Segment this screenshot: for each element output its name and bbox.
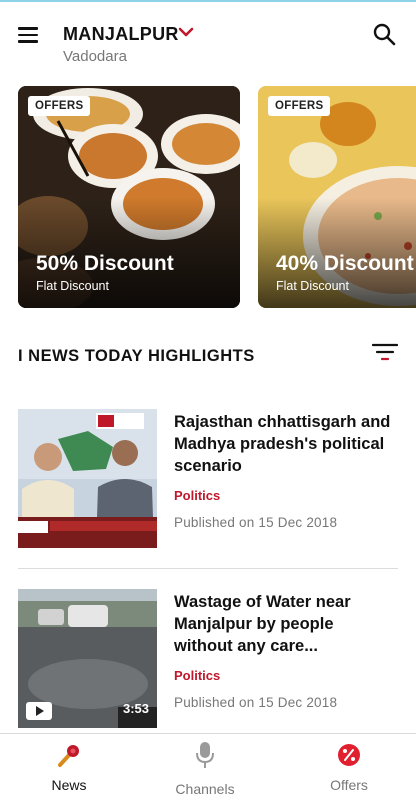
news-thumbnail[interactable] [18,409,157,548]
offer-subtitle: Flat Discount [276,279,349,293]
news-date: Published on 15 Dec 2018 [174,695,338,710]
section-title: I NEWS TODAY HIGHLIGHTS [18,347,255,365]
offer-subtitle: Flat Discount [36,279,109,293]
offer-badge: OFFERS [268,96,331,116]
search-icon[interactable] [372,22,396,46]
list-divider [18,568,398,569]
play-icon[interactable] [26,702,52,720]
offer-title: 40% Discount [276,252,414,275]
offer-title: 50% Discount [36,252,174,275]
offers-carousel[interactable]: OFFERS 50% Discount Flat Discount OFFERS… [18,86,416,310]
news-category: Politics [174,668,221,683]
hamburger-menu-icon[interactable] [18,27,38,43]
offer-card[interactable]: OFFERS 40% Discount Flat Discount [258,86,416,308]
nav-label: Offers [330,777,368,793]
news-list-item[interactable]: Rajasthan chhattisgarh and Madhya prades… [18,409,398,549]
location-city: Vadodara [63,48,127,65]
app-header: MANJALPUR Vadodara [0,14,416,70]
studio-microphone-icon [196,742,214,768]
news-thumbnail-image [18,409,157,548]
top-accent-line [0,0,416,2]
news-category: Politics [174,488,221,503]
offer-card[interactable]: OFFERS 50% Discount Flat Discount [18,86,240,308]
news-date: Published on 15 Dec 2018 [174,515,338,530]
offer-badge: OFFERS [28,96,91,116]
news-headline[interactable]: Rajasthan chhattisgarh and Madhya prades… [174,411,394,477]
video-duration: 3:53 [122,701,149,716]
bottom-navigation: News Channels Offers [0,733,416,800]
location-name[interactable]: MANJALPUR [63,24,179,45]
news-list-item[interactable]: 3:53 Wastage of Water near Manjalpur by … [18,589,398,729]
news-headline[interactable]: Wastage of Water near Manjalpur by peopl… [174,591,394,657]
news-thumbnail[interactable]: 3:53 [18,589,157,728]
nav-item-news[interactable]: News [0,734,138,800]
nav-item-channels[interactable]: Channels [136,734,274,800]
chevron-down-icon[interactable] [178,26,194,38]
nav-label: News [51,777,87,793]
microphone-news-icon [58,745,79,767]
percent-offer-icon [338,744,360,766]
filter-icon[interactable] [372,342,398,364]
nav-item-offers[interactable]: Offers [280,734,416,800]
nav-label: Channels [175,781,235,797]
